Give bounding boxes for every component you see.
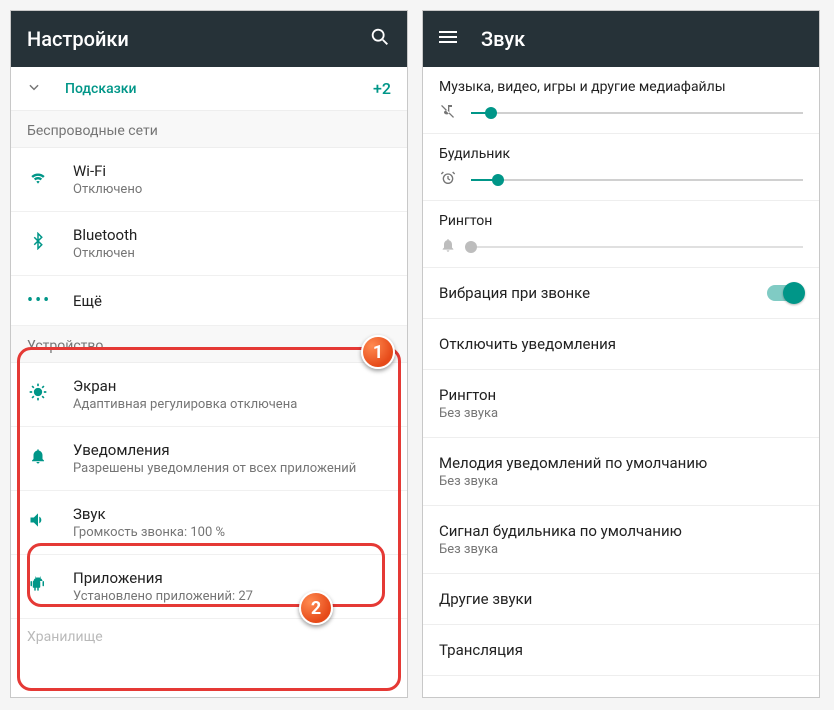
android-icon [27,575,49,598]
ringtone-sub: Без звука [439,406,803,421]
apps-title: Приложения [73,569,253,587]
bluetooth-sub: Отключен [73,246,137,261]
ring-volume: Рингтон [423,201,819,268]
page-title: Настройки [27,27,345,51]
notifications-title: Уведомления [73,441,356,459]
other-sounds[interactable]: Другие звуки [423,574,819,625]
alarm-volume: Будильник [423,134,819,201]
chevron-down-icon [27,79,41,98]
bluetooth-icon [27,232,49,255]
alarm-sound-title: Сигнал будильника по умолчанию [439,522,803,540]
wifi-icon [27,167,49,192]
other-sounds-label: Другие звуки [439,590,803,608]
sound-page-title: Звук [481,27,803,51]
ring-slider[interactable] [471,246,803,248]
vibrate-label: Вибрация при звонке [439,284,767,302]
sound-screen: Звук Музыка, видео, игры и другие медиаф… [422,10,820,698]
block-notifications[interactable]: Отключить уведомления [423,319,819,370]
default-notif-sub: Без звука [439,474,803,489]
search-icon[interactable] [369,26,391,52]
appbar-sound: Звук [423,11,819,67]
volume-icon [27,510,49,535]
alarm-slider[interactable] [471,179,803,181]
music-off-icon [439,103,457,123]
alarm-label: Будильник [439,146,803,162]
bluetooth-title: Bluetooth [73,226,137,244]
sound-settings-list: Вибрация при звонке Отключить уведомлени… [423,268,819,676]
ringtone-title: Рингтон [439,386,803,404]
more-item[interactable]: ••• Ещё [11,276,407,326]
wifi-title: Wi-Fi [73,162,142,180]
default-notif-title: Мелодия уведомлений по умолчанию [439,454,803,472]
more-icon: ••• [27,290,49,311]
storage-cutoff: Хранилище [11,619,407,655]
display-title: Экран [73,377,297,395]
appbar-settings: Настройки [11,11,407,67]
cast-label: Трансляция [439,641,803,659]
alarm-icon [439,170,457,190]
media-label: Музыка, видео, игры и другие медиафайлы [439,79,803,95]
alarm-sound-sub: Без звука [439,542,803,557]
ring-label: Рингтон [439,213,803,229]
wifi-sub: Отключено [73,182,142,197]
notifications-sub: Разрешены уведомления от всех приложений [73,461,356,476]
default-notification-sound[interactable]: Мелодия уведомлений по умолчанию Без зву… [423,438,819,506]
vibrate-switch[interactable] [767,285,803,301]
default-alarm-sound[interactable]: Сигнал будильника по умолчанию Без звука [423,506,819,574]
wifi-item[interactable]: Wi-Fi Отключено [11,148,407,212]
bell-icon [27,447,49,470]
sound-item[interactable]: Звук Громкость звонка: 100 % [11,491,407,555]
hamburger-icon[interactable] [439,28,457,50]
settings-screen: Настройки Подсказки +2 Беспроводные сети… [10,10,408,698]
notifications-item[interactable]: Уведомления Разрешены уведомления от все… [11,427,407,491]
vibrate-on-ring[interactable]: Вибрация при звонке [423,268,819,319]
brightness-icon [27,382,49,407]
bluetooth-item[interactable]: Bluetooth Отключен [11,212,407,276]
ringtone-item[interactable]: Рингтон Без звука [423,370,819,438]
hints-count: +2 [373,79,391,98]
apps-sub: Установлено приложений: 27 [73,589,253,604]
sound-sub: Громкость звонка: 100 % [73,525,225,540]
display-sub: Адаптивная регулировка отключена [73,397,297,412]
cast-item[interactable]: Трансляция [423,625,819,676]
more-title: Ещё [73,292,102,310]
sound-title: Звук [73,505,225,523]
hints-row[interactable]: Подсказки +2 [11,67,407,111]
apps-item[interactable]: Приложения Установлено приложений: 27 [11,555,407,619]
media-volume: Музыка, видео, игры и другие медиафайлы [423,67,819,134]
block-notif-label: Отключить уведомления [439,335,803,353]
media-slider[interactable] [471,112,803,114]
ring-bell-icon [439,237,457,257]
section-device: Устройство [11,326,407,363]
hints-label: Подсказки [65,81,349,97]
section-wireless: Беспроводные сети [11,111,407,148]
display-item[interactable]: Экран Адаптивная регулировка отключена [11,363,407,427]
